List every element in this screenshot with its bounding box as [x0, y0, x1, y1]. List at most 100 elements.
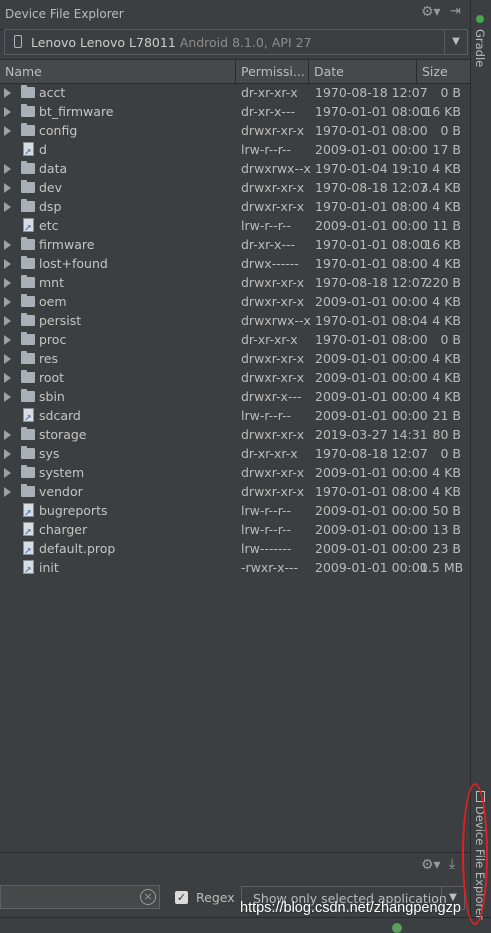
table-row[interactable]: ↗ etc lrw-r--r-- 2009-01-01 00:00 11 B [0, 216, 470, 235]
expand-arrow-icon[interactable] [4, 88, 11, 98]
table-row[interactable]: ↗ sdcard lrw-r--r-- 2009-01-01 00:00 21 B [0, 406, 470, 425]
table-row[interactable]: ↗ charger lrw-r--r-- 2009-01-01 00:00 13 B [0, 520, 470, 539]
row-date: 2009-01-01 00:00 [315, 294, 428, 309]
row-size: 4 KB [432, 370, 461, 385]
row-date: 2009-01-01 00:00 [315, 541, 428, 556]
row-size: 21 B [432, 408, 461, 423]
table-row[interactable]: ↗ init -rwxr-x--- 2009-01-01 00:00 1.5 MB [0, 558, 470, 577]
table-row[interactable]: oem drwxr-xr-x 2009-01-01 00:00 4 KB [0, 292, 470, 311]
row-permissions: drwxr-xr-x [241, 484, 305, 499]
regex-checkbox[interactable]: ✓ [175, 891, 188, 904]
table-row[interactable]: firmware dr-xr-x--- 1970-01-01 08:00 16 KB [0, 235, 470, 254]
row-size: 16 KB [424, 104, 461, 119]
table-row[interactable]: config drwxr-xr-x 1970-01-01 08:00 0 B [0, 121, 470, 140]
row-name: res [39, 351, 59, 366]
table-row[interactable]: dsp drwxr-xr-x 1970-01-01 08:00 4 KB [0, 197, 470, 216]
expand-arrow-icon[interactable] [4, 335, 11, 345]
expand-arrow-icon[interactable] [4, 240, 11, 250]
status-bar [0, 917, 491, 933]
table-row[interactable]: root drwxr-xr-x 2009-01-01 00:00 4 KB [0, 368, 470, 387]
table-row[interactable]: system drwxr-xr-x 2009-01-01 00:00 4 KB [0, 463, 470, 482]
clear-search-icon[interactable]: × [140, 889, 156, 905]
expand-arrow-icon[interactable] [4, 354, 11, 364]
tool-window-title: Device File Explorer [5, 7, 124, 21]
row-permissions: drwxr-xr-x [241, 370, 305, 385]
column-header-size[interactable]: Size [417, 60, 470, 83]
folder-icon [21, 199, 35, 212]
table-row[interactable]: ↗ d lrw-r--r-- 2009-01-01 00:00 17 B [0, 140, 470, 159]
expand-arrow-icon[interactable] [4, 164, 11, 174]
expand-arrow-icon[interactable] [4, 278, 11, 288]
expand-arrow-icon[interactable] [4, 487, 11, 497]
download-icon[interactable]: ⤓ [449, 856, 455, 872]
tool-window-header: Device File Explorer ⚙▾ ⇥ [0, 0, 470, 30]
row-permissions: dr-xr-xr-x [241, 85, 298, 100]
column-header-name[interactable]: Name [0, 60, 236, 83]
expand-arrow-icon[interactable] [4, 449, 11, 459]
row-date: 1970-01-01 08:00 [315, 199, 428, 214]
device-selector[interactable]: Lenovo Lenovo L78011 Android 8.1.0, API … [4, 29, 468, 55]
row-size: 220 B [424, 275, 461, 290]
folder-icon [21, 85, 35, 98]
expand-arrow-icon[interactable] [4, 126, 11, 136]
table-row[interactable]: sys dr-xr-xr-x 1970-08-18 12:07 0 B [0, 444, 470, 463]
expand-arrow-icon[interactable] [4, 430, 11, 440]
expand-arrow-icon[interactable] [4, 373, 11, 383]
phone-icon [14, 35, 22, 48]
folder-icon [21, 446, 35, 459]
table-row[interactable]: data drwxrwx--x 1970-01-04 19:10 4 KB [0, 159, 470, 178]
table-row[interactable]: ↗ bugreports lrw-r--r-- 2009-01-01 00:00 50 … [0, 501, 470, 520]
row-name: storage [39, 427, 87, 442]
expand-arrow-icon[interactable] [4, 297, 11, 307]
logcat-settings-gear-icon[interactable]: ⚙▾ [421, 857, 441, 873]
column-header-permissions[interactable]: Permissi... [236, 60, 309, 83]
table-row[interactable]: acct dr-xr-xr-x 1970-08-18 12:07 0 B [0, 83, 470, 102]
table-row[interactable]: dev drwxr-xr-x 1970-08-18 12:07 3.4 KB [0, 178, 470, 197]
table-row[interactable]: persist drwxrwx--x 1970-01-01 08:04 4 KB [0, 311, 470, 330]
row-size: 4 KB [432, 351, 461, 366]
table-row[interactable]: res drwxr-xr-x 2009-01-01 00:00 4 KB [0, 349, 470, 368]
table-row[interactable]: bt_firmware dr-xr-x--- 1970-01-01 08:00 16 … [0, 102, 470, 121]
folder-icon [21, 370, 35, 383]
folder-icon [21, 256, 35, 269]
symlink-icon: ↗ [24, 148, 32, 158]
expand-arrow-icon[interactable] [4, 468, 11, 478]
table-row[interactable]: proc dr-xr-xr-x 1970-01-01 08:00 0 B [0, 330, 470, 349]
expand-arrow-icon[interactable] [4, 392, 11, 402]
table-row[interactable]: mnt drwxr-xr-x 1970-08-18 12:07 220 B [0, 273, 470, 292]
row-size: 0 B [440, 123, 461, 138]
expand-arrow-icon[interactable] [4, 202, 11, 212]
row-permissions: dr-xr-x--- [241, 237, 295, 252]
row-name: acct [39, 85, 66, 100]
row-size: 4 KB [432, 313, 461, 328]
device-dropdown-arrow-icon[interactable]: ▼ [444, 30, 467, 54]
row-name: firmware [39, 237, 95, 252]
row-size: 4 KB [432, 484, 461, 499]
row-name: data [39, 161, 68, 176]
table-row[interactable]: ↗ default.prop lrw------- 2009-01-01 00:00 2… [0, 539, 470, 558]
row-date: 2019-03-27 14:31 [315, 427, 428, 442]
symlink-icon: ↗ [24, 547, 32, 557]
status-indicator-icon [392, 923, 402, 933]
expand-arrow-icon[interactable] [4, 107, 11, 117]
row-permissions: drwxrwx--x [241, 161, 311, 176]
settings-gear-icon[interactable]: ⚙▾ [421, 4, 441, 20]
column-header-date[interactable]: Date [309, 60, 417, 83]
expand-arrow-icon[interactable] [4, 316, 11, 326]
row-name: etc [39, 218, 59, 233]
side-tab-gradle[interactable]: Gradle [473, 29, 487, 67]
table-row[interactable]: storage drwxr-xr-x 2019-03-27 14:31 80 B [0, 425, 470, 444]
table-row[interactable]: sbin drwxr-x--- 2009-01-01 00:00 4 KB [0, 387, 470, 406]
row-size: 4 KB [432, 199, 461, 214]
row-permissions: lrw-r--r-- [241, 522, 292, 537]
table-row[interactable]: vendor drwxr-xr-x 1970-01-01 08:00 4 KB [0, 482, 470, 501]
logcat-search-input[interactable]: × [0, 885, 160, 909]
expand-arrow-icon[interactable] [4, 259, 11, 269]
device-name: Lenovo Lenovo L78011 [31, 35, 176, 50]
row-size: 13 B [432, 522, 461, 537]
table-row[interactable]: lost+found drwx------ 1970-01-01 08:00 4 KB [0, 254, 470, 273]
row-name: oem [39, 294, 67, 309]
row-size: 4 KB [432, 465, 461, 480]
expand-arrow-icon[interactable] [4, 183, 11, 193]
hide-panel-icon[interactable]: ⇥ [450, 4, 461, 19]
